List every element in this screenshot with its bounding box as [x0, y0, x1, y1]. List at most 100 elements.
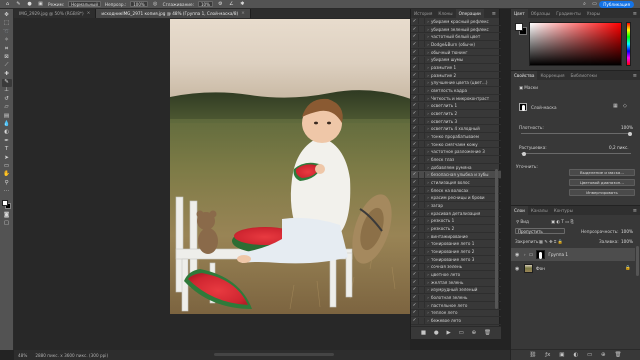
checkmark-icon[interactable]: ✓ [411, 241, 418, 246]
layers-scrollbar[interactable] [636, 246, 639, 276]
pen-tool-icon[interactable]: ✒ [2, 138, 12, 145]
checkmark-icon[interactable]: ✓ [411, 149, 418, 154]
dialog-toggle[interactable] [418, 156, 425, 163]
document-tab[interactable]: IMG_2929.jpg @ 50% (RGB/8*) × [14, 9, 97, 18]
add-pixel-mask-icon[interactable]: ▦ [613, 103, 618, 109]
action-item[interactable]: ✓ › красивая детализация [411, 210, 501, 218]
search-icon[interactable]: ⌕ [581, 1, 588, 7]
lasso-tool-icon[interactable]: ➰ [2, 29, 12, 36]
tab-swatches[interactable]: Образцы [528, 9, 554, 18]
dialog-toggle[interactable] [418, 56, 425, 63]
checkmark-icon[interactable]: ✓ [411, 42, 418, 47]
hue-slider[interactable] [626, 22, 631, 66]
action-item[interactable]: ✓ › осветлить 2 [411, 110, 501, 118]
dialog-toggle[interactable] [418, 33, 425, 40]
frame-tool-icon[interactable]: ⊠ [2, 54, 12, 61]
checkmark-icon[interactable]: ✓ [411, 27, 418, 32]
expand-arrow-icon[interactable]: › [524, 252, 526, 257]
action-item[interactable]: ✓ › осветлить 1 [411, 102, 501, 111]
checkmark-icon[interactable]: ✓ [411, 280, 418, 285]
feather-slider[interactable] [521, 151, 631, 156]
path-select-tool-icon[interactable]: ➤ [2, 155, 12, 162]
dialog-toggle[interactable] [418, 286, 425, 293]
dialog-toggle[interactable] [418, 125, 425, 132]
action-item[interactable]: ✓ › стилизация волос [411, 179, 501, 187]
dialog-toggle[interactable] [418, 148, 425, 155]
add-mask-icon[interactable]: ▣ [559, 352, 564, 358]
slider-knob[interactable] [628, 131, 632, 136]
action-item[interactable]: ✓ › тонирование лето 3 [411, 256, 501, 264]
checkmark-icon[interactable]: ✓ [411, 157, 418, 162]
panel-menu-icon[interactable]: ≡ [630, 206, 640, 215]
action-item[interactable]: ✓ › теплое лето [411, 309, 501, 318]
eye-icon[interactable]: ◉ [515, 252, 521, 258]
canvas-area[interactable] [14, 18, 411, 350]
marquee-tool-icon[interactable]: ⬚ [2, 20, 12, 27]
checkmark-icon[interactable]: ✓ [411, 272, 418, 277]
home-icon[interactable]: ⌂ [4, 1, 11, 7]
tab-color[interactable]: Цвет [511, 9, 528, 18]
document-image[interactable] [170, 19, 411, 314]
new-set-icon[interactable]: ▭ [459, 330, 464, 336]
checkmark-icon[interactable]: ✓ [411, 234, 418, 239]
dialog-toggle[interactable] [418, 26, 425, 32]
checkmark-icon[interactable]: ✓ [411, 226, 418, 231]
publish-button[interactable]: Публикация [599, 1, 634, 8]
checkmark-icon[interactable]: ✓ [411, 165, 418, 170]
trash-icon[interactable]: 🗑 [484, 330, 491, 336]
action-item[interactable]: ✓ › резкость 2 [411, 225, 501, 233]
smoothing-settings-icon[interactable]: ⚙ [217, 1, 224, 7]
action-item[interactable]: ✓ › осветлить 4 холодный [411, 125, 501, 134]
checkmark-icon[interactable]: ✓ [411, 295, 418, 300]
dialog-toggle[interactable] [418, 171, 425, 178]
action-item[interactable]: ✓ › убираем шумы [411, 56, 501, 65]
checkmark-icon[interactable]: ✓ [411, 203, 418, 208]
dialog-toggle[interactable] [418, 256, 425, 263]
layer-row-group-1[interactable]: ◉ › ▭ Группа 1 [511, 248, 635, 261]
close-icon[interactable]: × [241, 11, 245, 16]
tab-patterns[interactable]: Узоры [584, 9, 603, 18]
checkmark-icon[interactable]: ✓ [411, 103, 418, 108]
foreground-color-swatch[interactable] [515, 23, 523, 31]
checkmark-icon[interactable]: ✓ [411, 211, 418, 216]
smoothing-input[interactable]: 10% [198, 1, 213, 7]
hand-tool-icon[interactable]: ✋ [2, 171, 12, 178]
move-tool-icon[interactable]: ✥ [2, 12, 12, 19]
lock-icons[interactable]: ▦ ✎ ✥ ⌗ 🔒 [539, 239, 563, 245]
layer-row-background[interactable]: ◉ Фон 🔒 [511, 262, 635, 275]
checkmark-icon[interactable]: ✓ [411, 188, 418, 193]
new-action-icon[interactable]: ⊕ [472, 330, 477, 336]
dialog-toggle[interactable] [418, 279, 425, 286]
history-brush-tool-icon[interactable]: ↺ [2, 96, 12, 103]
checkmark-icon[interactable]: ✓ [411, 257, 418, 262]
fill-value[interactable]: 100% [621, 239, 633, 244]
dialog-toggle[interactable] [418, 179, 425, 186]
action-item[interactable]: ✓ › тонко смягчаем кожу [411, 141, 501, 149]
blend-mode-dropdown[interactable]: Пропустить [515, 228, 565, 234]
dialog-toggle[interactable] [418, 64, 425, 71]
tab-gradients[interactable]: Градиенты [553, 9, 583, 18]
action-item[interactable]: ✓ › убираем красный рефлекс [411, 18, 501, 26]
tab-actions[interactable]: Операции [455, 9, 484, 18]
action-item[interactable]: ✓ › тонирование лето 2 [411, 248, 501, 256]
action-item[interactable]: ✓ › блеск глаз [411, 156, 501, 164]
mode-dropdown[interactable]: Нормальный [68, 1, 101, 7]
dialog-toggle[interactable] [418, 141, 425, 148]
panel-menu-icon[interactable]: ≡ [489, 9, 499, 18]
dialog-toggle[interactable] [418, 133, 425, 140]
layer-mask-thumbnail[interactable] [519, 103, 527, 111]
dialog-toggle[interactable] [418, 18, 425, 25]
action-item[interactable]: ✓ › резкость 1 [411, 217, 501, 226]
dialog-toggle[interactable] [418, 240, 425, 247]
checkmark-icon[interactable]: ✓ [411, 134, 418, 139]
checkmark-icon[interactable]: ✓ [411, 119, 418, 124]
dialog-toggle[interactable] [418, 187, 425, 194]
dialog-toggle[interactable] [418, 302, 425, 309]
dialog-toggle[interactable] [418, 233, 425, 240]
dialog-toggle[interactable] [418, 118, 425, 125]
dialog-toggle[interactable] [418, 202, 425, 209]
eraser-tool-icon[interactable]: ▱ [2, 104, 12, 111]
tab-paths[interactable]: Контуры [551, 206, 576, 215]
tab-channels[interactable]: Каналы [528, 206, 551, 215]
dialog-toggle[interactable] [418, 271, 425, 278]
